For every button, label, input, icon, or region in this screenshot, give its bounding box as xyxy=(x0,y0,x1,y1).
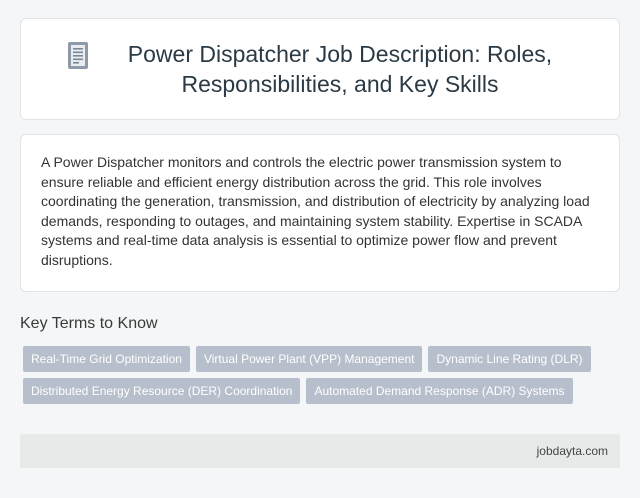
footer-bar: jobdayta.com xyxy=(20,434,620,468)
site-link[interactable]: jobdayta.com xyxy=(537,444,608,458)
term-tag-real-time-grid-optimization[interactable]: Real-Time Grid Optimization xyxy=(23,346,190,372)
page: Power Dispatcher Job Description: Roles,… xyxy=(0,0,640,498)
title-card: Power Dispatcher Job Description: Roles,… xyxy=(20,18,620,120)
key-terms-list: Real-Time Grid Optimization Virtual Powe… xyxy=(20,346,610,404)
page-title: Power Dispatcher Job Description: Roles,… xyxy=(127,41,553,97)
term-tag-dynamic-line-rating[interactable]: Dynamic Line Rating (DLR) xyxy=(428,346,591,372)
term-tag-der-coordination[interactable]: Distributed Energy Resource (DER) Coordi… xyxy=(23,378,301,404)
title-row: Power Dispatcher Job Description: Roles,… xyxy=(65,39,575,99)
term-tag-virtual-power-plant[interactable]: Virtual Power Plant (VPP) Management xyxy=(195,346,423,372)
document-icon xyxy=(68,42,88,69)
term-tag-automated-demand-response[interactable]: Automated Demand Response (ADR) Systems xyxy=(306,378,573,404)
key-terms-heading: Key Terms to Know xyxy=(20,315,158,332)
description-card: A Power Dispatcher monitors and controls… xyxy=(20,134,620,292)
job-description: A Power Dispatcher monitors and controls… xyxy=(41,154,590,268)
